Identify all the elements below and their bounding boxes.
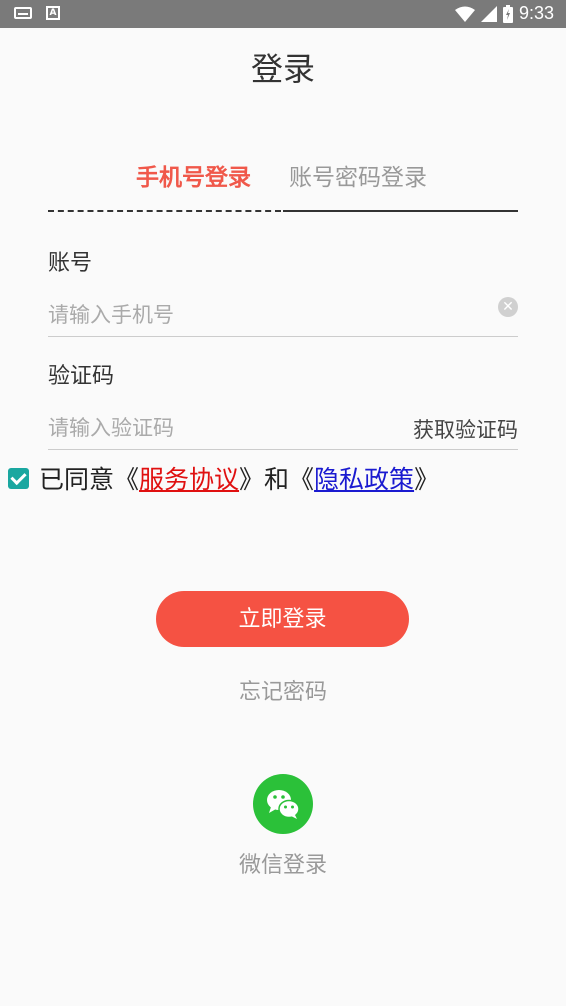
a-icon: A — [46, 6, 60, 20]
agreement-middle: 》和《 — [239, 465, 315, 494]
page-title: 登录 — [250, 50, 315, 88]
account-label: 账号 — [48, 251, 93, 276]
status-bar: A 9:33 — [0, 0, 566, 28]
wechat-login-button[interactable] — [253, 774, 313, 834]
agree-checkbox[interactable] — [8, 467, 29, 489]
code-input[interactable] — [48, 410, 428, 446]
account-field: ✕ — [48, 297, 518, 337]
wechat-icon — [267, 790, 300, 819]
tab-phone-login[interactable]: 手机号登录 — [136, 158, 251, 192]
wifi-icon — [454, 6, 475, 22]
tab-password-login[interactable]: 账号密码登录 — [289, 158, 427, 192]
forgot-password-link[interactable]: 忘记密码 — [0, 674, 566, 706]
agreement-prefix: 已同意《 — [39, 465, 140, 494]
wechat-login-label: 微信登录 — [238, 853, 327, 878]
signal-icon — [480, 5, 497, 22]
tab-indicator-phone — [48, 210, 281, 212]
agreement-suffix: 》 — [414, 465, 440, 494]
agreement-row: 已同意《服务协议》和《隐私政策》 — [8, 460, 439, 496]
keyboard-icon — [14, 7, 32, 19]
code-field: 获取验证码 — [48, 410, 518, 450]
login-button[interactable]: 立即登录 — [156, 591, 409, 647]
login-tabs: 手机号登录 账号密码登录 — [48, 158, 518, 214]
privacy-policy-link[interactable]: 隐私政策 — [314, 465, 414, 494]
get-code-button[interactable]: 获取验证码 — [413, 414, 518, 444]
status-time: 9:33 — [518, 3, 554, 23]
phone-input[interactable] — [48, 297, 428, 333]
code-label: 验证码 — [48, 364, 115, 389]
clear-icon[interactable]: ✕ — [498, 297, 518, 317]
tab-indicator-password — [283, 210, 518, 212]
battery-icon — [502, 4, 513, 23]
service-agreement-link[interactable]: 服务协议 — [139, 465, 239, 494]
